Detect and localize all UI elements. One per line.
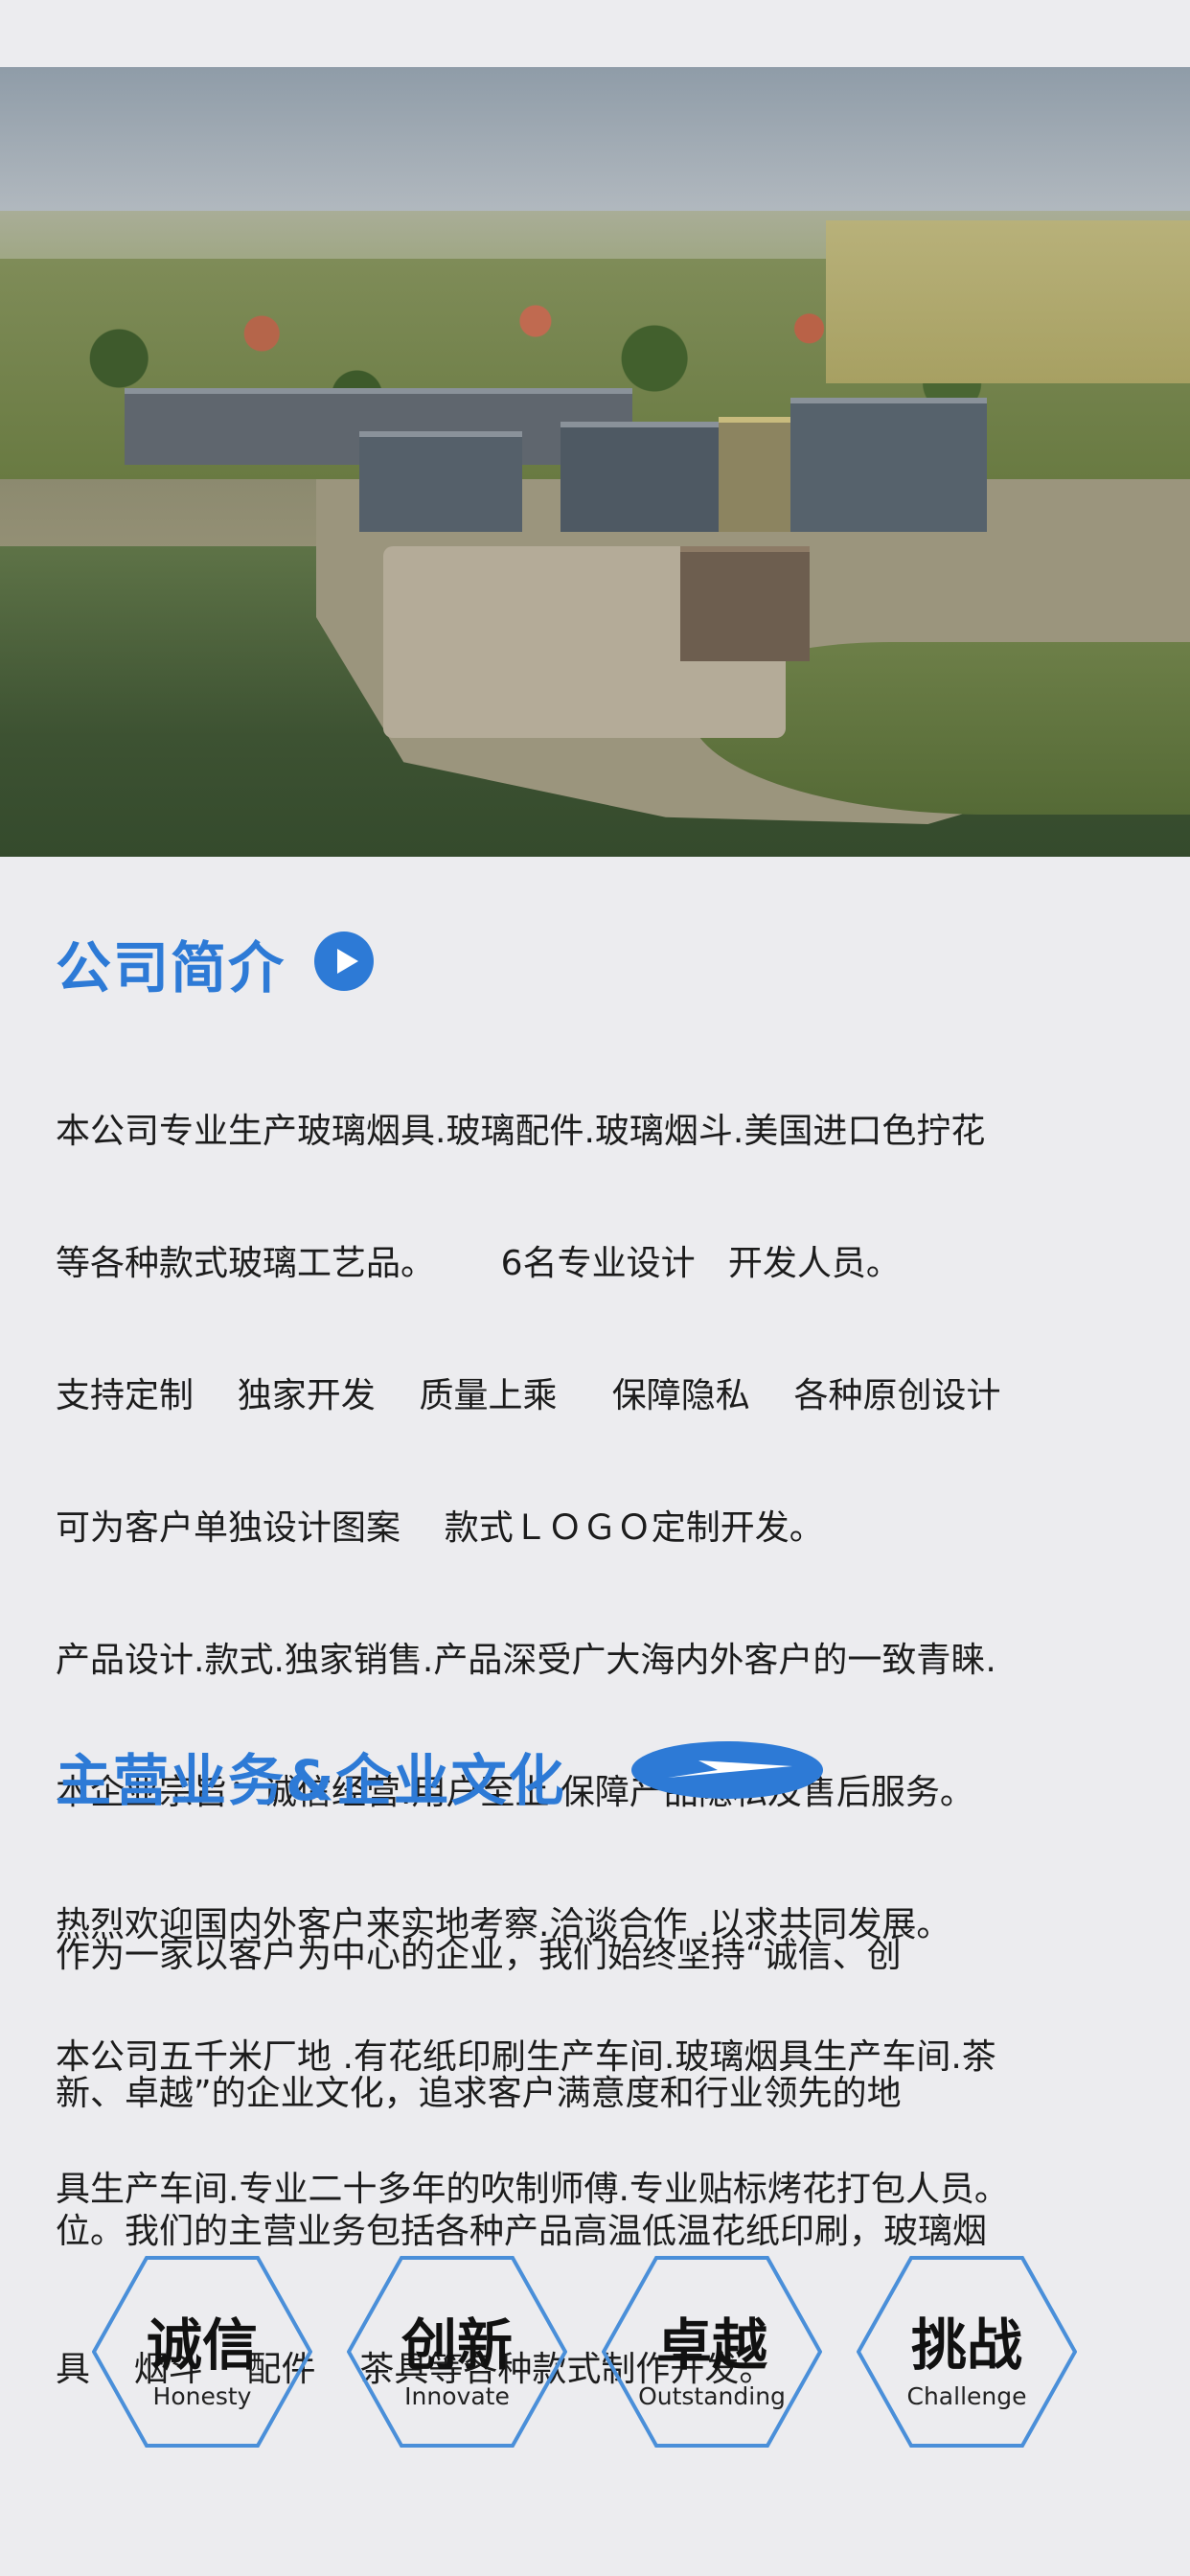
value-hexagon-outstanding: 卓越 Outstanding — [602, 2256, 822, 2448]
value-cn: 卓越 — [655, 2312, 767, 2378]
value-hexagon-challenge: 挑战 Challenge — [857, 2256, 1077, 2448]
business-line: 新、卓越”的企业文化，追求客户满意度和行业领先的地 — [56, 2074, 902, 2113]
value-cn: 诚信 — [146, 2312, 258, 2378]
factory-building-4 — [790, 398, 987, 532]
factory-building-1 — [359, 431, 522, 532]
intro-line: 等各种款式玻璃工艺品。 6名专业设计 开发人员。 — [56, 1244, 901, 1283]
play-arrow-icon — [314, 932, 374, 991]
hero-factory-photo — [0, 67, 1190, 857]
farm-field — [826, 220, 1190, 383]
value-hexagon-honesty: 诚信 Honesty — [92, 2256, 312, 2448]
value-en: Outstanding — [638, 2382, 786, 2410]
value-en: Honesty — [152, 2382, 252, 2410]
business-title: 主营业务&企业文化 — [56, 1748, 566, 1813]
sky — [0, 67, 1190, 220]
business-line: 作为一家以客户为中心的企业，我们始终坚持“诚信、创 — [56, 1936, 902, 1975]
intro-line: 产品设计.款式.独家销售.产品深受广大海内外客户的一致青睐. — [56, 1641, 996, 1680]
intro-title: 公司简介 — [56, 935, 286, 1000]
paper-plane-icon — [629, 1739, 826, 1801]
value-hexagon-innovate: 创新 Innovate — [347, 2256, 567, 2448]
intro-line: 可为客户单独设计图案 款式ＬＯＧＯ定制开发。 — [56, 1508, 824, 1548]
value-en: Innovate — [404, 2382, 510, 2410]
intro-line: 本公司专业生产玻璃烟具.玻璃配件.玻璃烟斗.美国进口色拧花 — [56, 1112, 986, 1151]
warehouse-small — [680, 546, 810, 661]
value-cn: 创新 — [400, 2312, 513, 2378]
intro-line: 支持定制 独家开发 质量上乘 保障隐私 各种原创设计 — [56, 1376, 1001, 1415]
value-en: Challenge — [906, 2382, 1027, 2410]
value-cn: 挑战 — [910, 2312, 1022, 2378]
business-line: 位。我们的主营业务包括各种产品高温低温花纸印刷，玻璃烟 — [56, 2212, 988, 2251]
